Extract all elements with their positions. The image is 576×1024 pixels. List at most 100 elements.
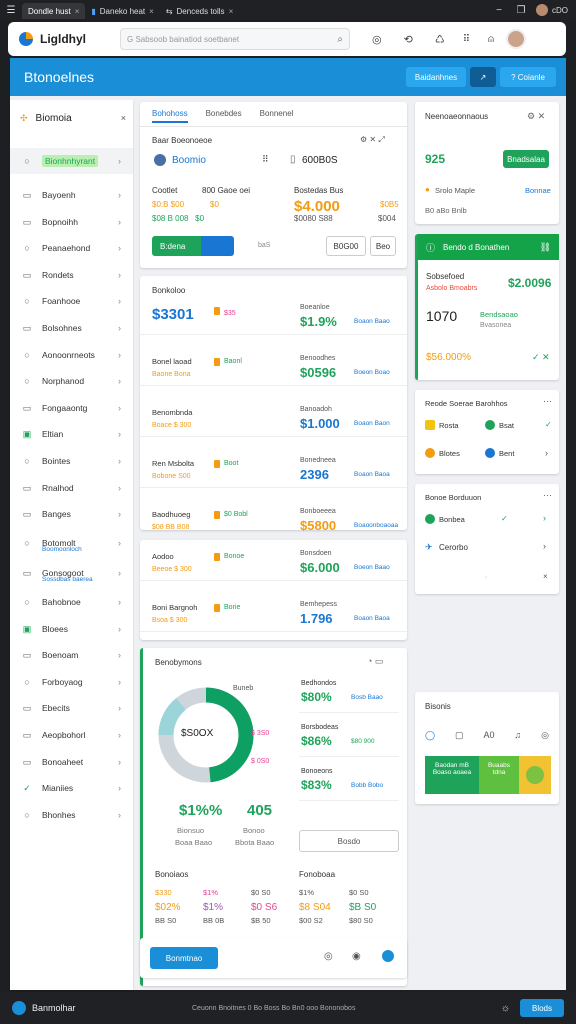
recycle-icon[interactable]: ♺ [435, 33, 445, 46]
chevron-right-icon[interactable]: › [118, 296, 121, 306]
sidebar-item[interactable]: ▭ Rondets › [10, 262, 133, 288]
grid-icon[interactable]: ⠿ [262, 154, 269, 165]
close-icon[interactable]: × [229, 7, 234, 16]
share-button[interactable]: ↗ [470, 67, 496, 87]
chevron-right-icon[interactable]: › [118, 323, 121, 333]
sidebar-item[interactable]: ○ Bhonhes › [10, 802, 133, 828]
row-link[interactable]: Boaon Baao [354, 318, 390, 325]
close-icon[interactable]: × [543, 572, 548, 581]
rc1-button[interactable]: Bnadsalaa [503, 150, 549, 168]
circle-icon[interactable]: ◯ [425, 730, 435, 741]
minimize-icon[interactable]: − [488, 5, 510, 16]
tab-second[interactable]: Bonebdes [206, 109, 242, 123]
sidebar-item[interactable]: ▣ Eltian › [10, 421, 133, 447]
grid-icon[interactable]: ⠿ [463, 34, 470, 45]
sidebar-item[interactable]: ▭ Rnalhod › [10, 475, 133, 501]
sidebar-item[interactable]: ▭ Bopnoihh › [10, 209, 133, 235]
side-link[interactable]: Bobb Bobo [351, 782, 383, 789]
browser-tab-1[interactable]: Dondle hust × [22, 3, 86, 19]
rc3-item1[interactable]: Rosta [439, 421, 459, 430]
close-icon[interactable]: × [121, 113, 126, 123]
header-button-3[interactable]: ? Coianle [500, 67, 556, 87]
chevron-right-icon[interactable]: › [118, 597, 121, 607]
row-link[interactable]: Boaoonboaoaa [354, 522, 398, 529]
sidebar-item[interactable]: ▭ Gonsogoot › Sossdbas baerea [10, 558, 133, 588]
sidebar-item[interactable]: ○ Forboyaog › [10, 669, 133, 695]
chevron-right-icon[interactable]: › [118, 429, 121, 439]
sidebar-item[interactable]: ○ Peanaehond › [10, 235, 133, 261]
chevron-right-icon[interactable]: › [118, 350, 121, 360]
history-icon[interactable]: ⟲ [404, 33, 413, 46]
chevron-right-icon[interactable]: › [118, 730, 121, 740]
chevron-right-icon[interactable]: › [118, 757, 121, 767]
chevron-right-icon[interactable]: › [118, 156, 121, 166]
header-button-1[interactable]: Baidanhnes [406, 67, 466, 87]
sidebar-item[interactable]: ▭ Fongaaontg › [10, 395, 133, 421]
search-input[interactable]: G Sabsoob bainatiod soetbanet ⌕ [120, 28, 350, 50]
chevron-right-icon[interactable]: › [118, 509, 121, 519]
rc1-link[interactable]: Srolo Maple [435, 186, 475, 195]
close-icon[interactable]: × [149, 7, 154, 16]
rc3-item3[interactable]: Blotes [439, 449, 460, 458]
chevron-right-icon[interactable]: › [118, 483, 121, 493]
chevron-right-icon[interactable]: › [543, 513, 546, 523]
rc4-item2[interactable]: Cerorbo [439, 543, 468, 552]
sidebar-item[interactable]: ▭ Bayoenh › [10, 182, 133, 208]
row-link[interactable]: Boeon Baao [354, 564, 390, 571]
settings-icon[interactable]: ◎ [541, 730, 549, 741]
sidebar-item[interactable]: ▭ Ebecits › [10, 695, 133, 721]
rc3-item4[interactable]: Bent [499, 449, 514, 458]
rc1-link-right[interactable]: Bonnae [525, 186, 551, 195]
sidebar-item[interactable]: ○ Bionhnhyrant › [10, 148, 133, 174]
user-avatar[interactable] [506, 29, 527, 49]
more-icon[interactable]: ⋯ [543, 396, 552, 407]
donut-button[interactable]: Bosdo [299, 830, 399, 852]
sidebar-item[interactable]: ○ Norphanod › [10, 368, 133, 394]
secondary-button[interactable]: B0G00 [326, 236, 366, 256]
more-icon[interactable]: ⋯ [543, 490, 552, 501]
chat-icon[interactable]: ▢ [455, 730, 464, 741]
avatar[interactable] [536, 4, 548, 16]
chevron-right-icon[interactable]: › [118, 703, 121, 713]
sidebar-item[interactable]: ○ Botomolt › Boomoonloch [10, 528, 133, 558]
chevron-right-icon[interactable]: › [118, 650, 121, 660]
chevron-right-icon[interactable]: › [118, 568, 121, 578]
row-link[interactable]: Boeon Boao [354, 369, 390, 376]
rc3-item2[interactable]: Bsat [499, 421, 514, 430]
bell-icon[interactable]: ⍝ [488, 34, 494, 45]
menu-icon[interactable]: ☰ [0, 5, 22, 16]
bottom-primary-button[interactable]: Bonmtnao [150, 947, 218, 969]
tertiary-button[interactable]: Beo [370, 236, 396, 256]
target-icon[interactable]: ◎ [324, 951, 333, 962]
bell-icon[interactable]: ♫ [514, 730, 521, 741]
chevron-right-icon[interactable]: › [545, 448, 548, 458]
sidebar-item[interactable]: ▣ Bloees › [10, 616, 133, 642]
chevron-right-icon[interactable]: › [118, 270, 121, 280]
browser-tab-2[interactable]: ▮ Daneko heat × [85, 3, 159, 19]
sidebar-item[interactable]: ▭ Banges › [10, 501, 133, 527]
close-icon[interactable]: × [75, 7, 80, 16]
row-link[interactable]: Boaon Baon [354, 420, 390, 427]
sidebar-item[interactable]: ▭ Bolsohnes › [10, 315, 133, 341]
sun-icon[interactable]: ☼ [501, 1003, 510, 1014]
row-link[interactable]: Boaon Baoa [354, 615, 390, 622]
info-icon[interactable] [382, 950, 394, 962]
chevron-right-icon[interactable]: › [118, 624, 121, 634]
chevron-right-icon[interactable]: › [118, 810, 121, 820]
primary-split-button[interactable]: B:dena [152, 236, 234, 256]
side-link[interactable]: Bosb Baao [351, 694, 383, 701]
target-icon[interactable]: ◎ [372, 33, 382, 46]
chevron-right-icon[interactable]: › [118, 243, 121, 253]
chevron-right-icon[interactable]: › [118, 456, 121, 466]
sidebar-item[interactable]: ○ Bointes › [10, 448, 133, 474]
restore-icon[interactable]: ❐ [510, 5, 532, 16]
chevron-right-icon[interactable]: › [118, 190, 121, 200]
chevron-right-icon[interactable]: › [118, 403, 121, 413]
sidebar-item[interactable]: ▭ Aeopbohorl › [10, 722, 133, 748]
chevron-right-icon[interactable]: › [543, 541, 546, 551]
settings-icon[interactable]: ⚙ ✕ [527, 111, 545, 122]
sidebar-item[interactable]: ○ Foanhooe › [10, 288, 133, 314]
tab-third[interactable]: Bonnenel [260, 109, 294, 123]
sidebar-item[interactable]: ▭ Boenoam › [10, 642, 133, 668]
settings-icon[interactable]: ⚙ ✕ ⤢ [360, 135, 385, 145]
